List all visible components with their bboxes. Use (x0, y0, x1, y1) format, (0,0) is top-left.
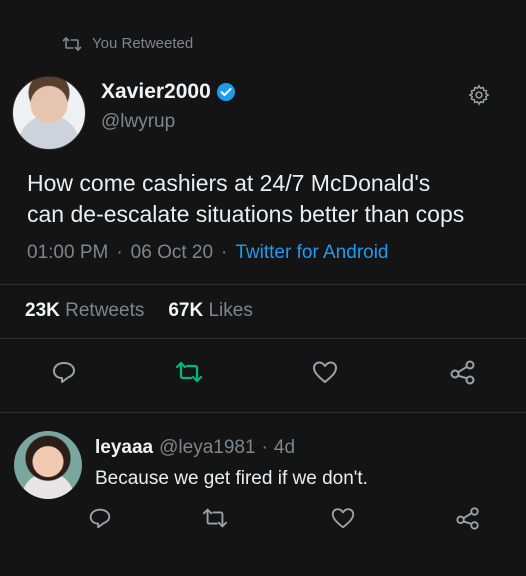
divider (0, 338, 526, 339)
meta-separator: · (261, 437, 268, 458)
author-name[interactable]: Xavier2000 (101, 80, 211, 104)
reply-header: leyaaa @leya1981 · 4d (95, 437, 295, 459)
likes-label: Likes (208, 300, 253, 321)
author-avatar[interactable] (12, 76, 86, 150)
retweet-banner: You Retweeted (62, 35, 193, 52)
tweet-time: 01:00 PM (27, 242, 109, 263)
retweets-stat[interactable]: 23K Retweets (25, 300, 144, 322)
reply-age: 4d (273, 437, 296, 458)
share-icon (455, 505, 483, 531)
tweet-text-line: How come cashiers at 24/7 McDonald's (27, 170, 431, 196)
divider (0, 412, 526, 413)
gear-icon[interactable] (468, 84, 490, 106)
retweet-icon (201, 505, 229, 531)
retweet-banner-label: You Retweeted (92, 35, 194, 52)
reply-icon (50, 358, 78, 386)
retweets-count: 23K (25, 300, 60, 321)
reply-author-name[interactable]: leyaaa (95, 437, 153, 459)
meta-separator: · (116, 242, 123, 263)
divider (0, 284, 526, 285)
like-button[interactable] (311, 358, 339, 386)
likes-stat[interactable]: 67K Likes (168, 300, 253, 322)
share-icon (449, 358, 477, 386)
reply-author-handle[interactable]: @leya1981 (159, 437, 255, 459)
author-handle[interactable]: @lwyrup (101, 111, 175, 133)
reply-like-button[interactable] (330, 505, 358, 533)
retweet-icon (174, 358, 203, 386)
share-button[interactable] (449, 358, 477, 386)
author-name-row[interactable]: Xavier2000 (101, 80, 235, 104)
reply-avatar[interactable] (14, 431, 82, 499)
retweet-icon (62, 36, 82, 52)
tweet-source-link[interactable]: Twitter for Android (235, 242, 388, 264)
reply-share-button[interactable] (455, 505, 483, 533)
heart-icon (311, 358, 339, 386)
heart-icon (330, 505, 358, 531)
retweet-button[interactable] (174, 358, 203, 386)
reply-retweet-button[interactable] (201, 505, 229, 533)
reply-icon (87, 505, 115, 531)
tweet-stats: 23K Retweets 67K Likes (25, 300, 253, 322)
meta-separator: · (221, 242, 228, 263)
tweet-date: 06 Oct 20 (130, 242, 214, 263)
retweets-label: Retweets (65, 300, 145, 321)
tweet-text: How come cashiers at 24/7 McDonald's can… (27, 168, 507, 230)
likes-count: 67K (168, 300, 204, 321)
tweet-meta: 01:00 PM · 06 Oct 20 · Twitter for Andro… (27, 242, 389, 264)
tweet-text-line: can de-escalate situations better than c… (27, 201, 465, 227)
verified-badge-icon (216, 83, 235, 101)
reply-button[interactable] (50, 358, 78, 386)
reply-reply-button[interactable] (87, 505, 115, 533)
reply-text: Because we get fired if we don't. (95, 468, 368, 489)
